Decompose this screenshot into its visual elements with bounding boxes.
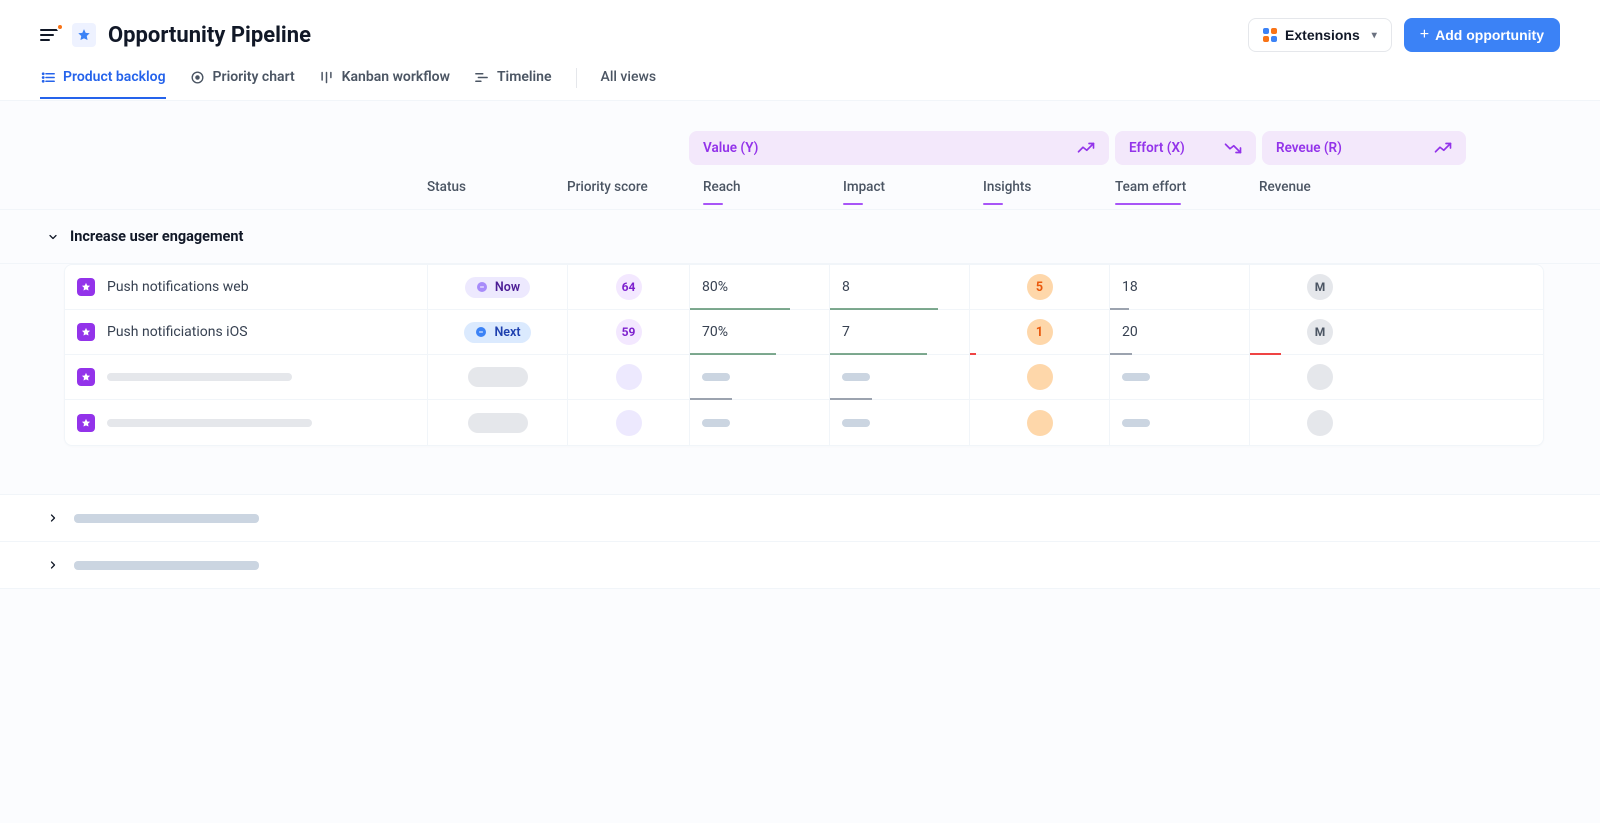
opportunity-icon <box>77 323 95 341</box>
main-area: Value (Y) Effort (X) Reveue (R) S <box>0 101 1600 823</box>
chip-value-y[interactable]: Value (Y) <box>689 131 1109 165</box>
item-name: Push notifications web <box>107 279 249 295</box>
status-now-icon <box>475 280 489 294</box>
team-effort-cell[interactable]: 18 <box>1110 265 1250 309</box>
plus-icon: + <box>1420 27 1429 43</box>
target-icon <box>190 69 206 85</box>
chip-revenue-r[interactable]: Reveue (R) <box>1262 131 1466 165</box>
impact-cell[interactable]: 7 <box>830 310 970 354</box>
group-header-collapsed[interactable] <box>0 542 1600 589</box>
col-status[interactable]: Status <box>427 179 567 199</box>
col-team-effort[interactable]: Team effort <box>1109 179 1249 199</box>
priority-score: 64 <box>616 274 642 300</box>
status-badge[interactable]: Next <box>464 322 530 343</box>
group-header-collapsed[interactable] <box>0 494 1600 542</box>
trend-up-icon <box>1434 139 1452 157</box>
page-title: Opportunity Pipeline <box>108 23 311 48</box>
tab-product-backlog[interactable]: Product backlog <box>40 69 166 99</box>
item-name: Push notificiations iOS <box>107 324 248 340</box>
tab-all-views[interactable]: All views <box>601 69 657 99</box>
menu-icon[interactable] <box>40 25 60 45</box>
status-next-icon <box>474 325 488 339</box>
opportunity-icon <box>77 368 95 386</box>
kanban-icon <box>319 69 335 85</box>
col-priority[interactable]: Priority score <box>567 179 689 199</box>
add-opportunity-label: Add opportunity <box>1435 27 1544 43</box>
insights-badge: 1 <box>1027 319 1053 345</box>
page-icon <box>72 23 96 47</box>
table-row[interactable]: Push notificiations iOS Next 59 70% <box>65 310 1543 355</box>
extensions-label: Extensions <box>1285 27 1360 43</box>
team-effort-cell[interactable]: 20 <box>1110 310 1250 354</box>
extensions-button[interactable]: Extensions ▾ <box>1248 18 1392 52</box>
reach-cell[interactable]: 80% <box>690 265 830 309</box>
opportunity-icon <box>77 278 95 296</box>
priority-score: 59 <box>616 319 642 345</box>
col-impact[interactable]: Impact <box>829 179 969 199</box>
col-reach[interactable]: Reach <box>689 179 829 199</box>
trend-up-icon <box>1077 139 1095 157</box>
opportunity-table: Push notifications web Now 64 80% <box>64 264 1544 446</box>
chevron-down-icon <box>46 230 60 244</box>
chevron-right-icon <box>46 511 60 525</box>
status-badge[interactable]: Now <box>465 277 530 298</box>
revenue-badge: M <box>1307 274 1333 300</box>
col-revenue[interactable]: Revenue <box>1249 179 1389 199</box>
col-insights[interactable]: Insights <box>969 179 1109 199</box>
chevron-right-icon <box>46 558 60 572</box>
tab-separator <box>576 68 577 88</box>
opportunity-icon <box>77 414 95 432</box>
trend-down-icon <box>1224 139 1242 157</box>
tab-priority-chart[interactable]: Priority chart <box>190 69 295 99</box>
reach-cell[interactable]: 70% <box>690 310 830 354</box>
table-row[interactable]: Push notifications web Now 64 80% <box>65 265 1543 310</box>
chevron-down-icon: ▾ <box>1372 30 1377 41</box>
table-row-skeleton <box>65 400 1543 445</box>
tab-kanban-workflow[interactable]: Kanban workflow <box>319 69 450 99</box>
group-header-engagement[interactable]: Increase user engagement <box>0 209 1600 264</box>
insights-badge: 5 <box>1027 274 1053 300</box>
table-row-skeleton <box>65 355 1543 400</box>
header: Opportunity Pipeline Extensions ▾ + Add … <box>0 0 1600 52</box>
tab-timeline[interactable]: Timeline <box>474 69 552 99</box>
impact-cell[interactable]: 8 <box>830 265 970 309</box>
timeline-icon <box>474 69 490 85</box>
chip-effort-x[interactable]: Effort (X) <box>1115 131 1256 165</box>
revenue-badge: M <box>1307 319 1333 345</box>
list-icon <box>40 69 56 85</box>
extensions-icon <box>1263 28 1277 42</box>
add-opportunity-button[interactable]: + Add opportunity <box>1404 18 1560 52</box>
view-tabs: Product backlog Priority chart Kanban wo… <box>0 52 1600 101</box>
